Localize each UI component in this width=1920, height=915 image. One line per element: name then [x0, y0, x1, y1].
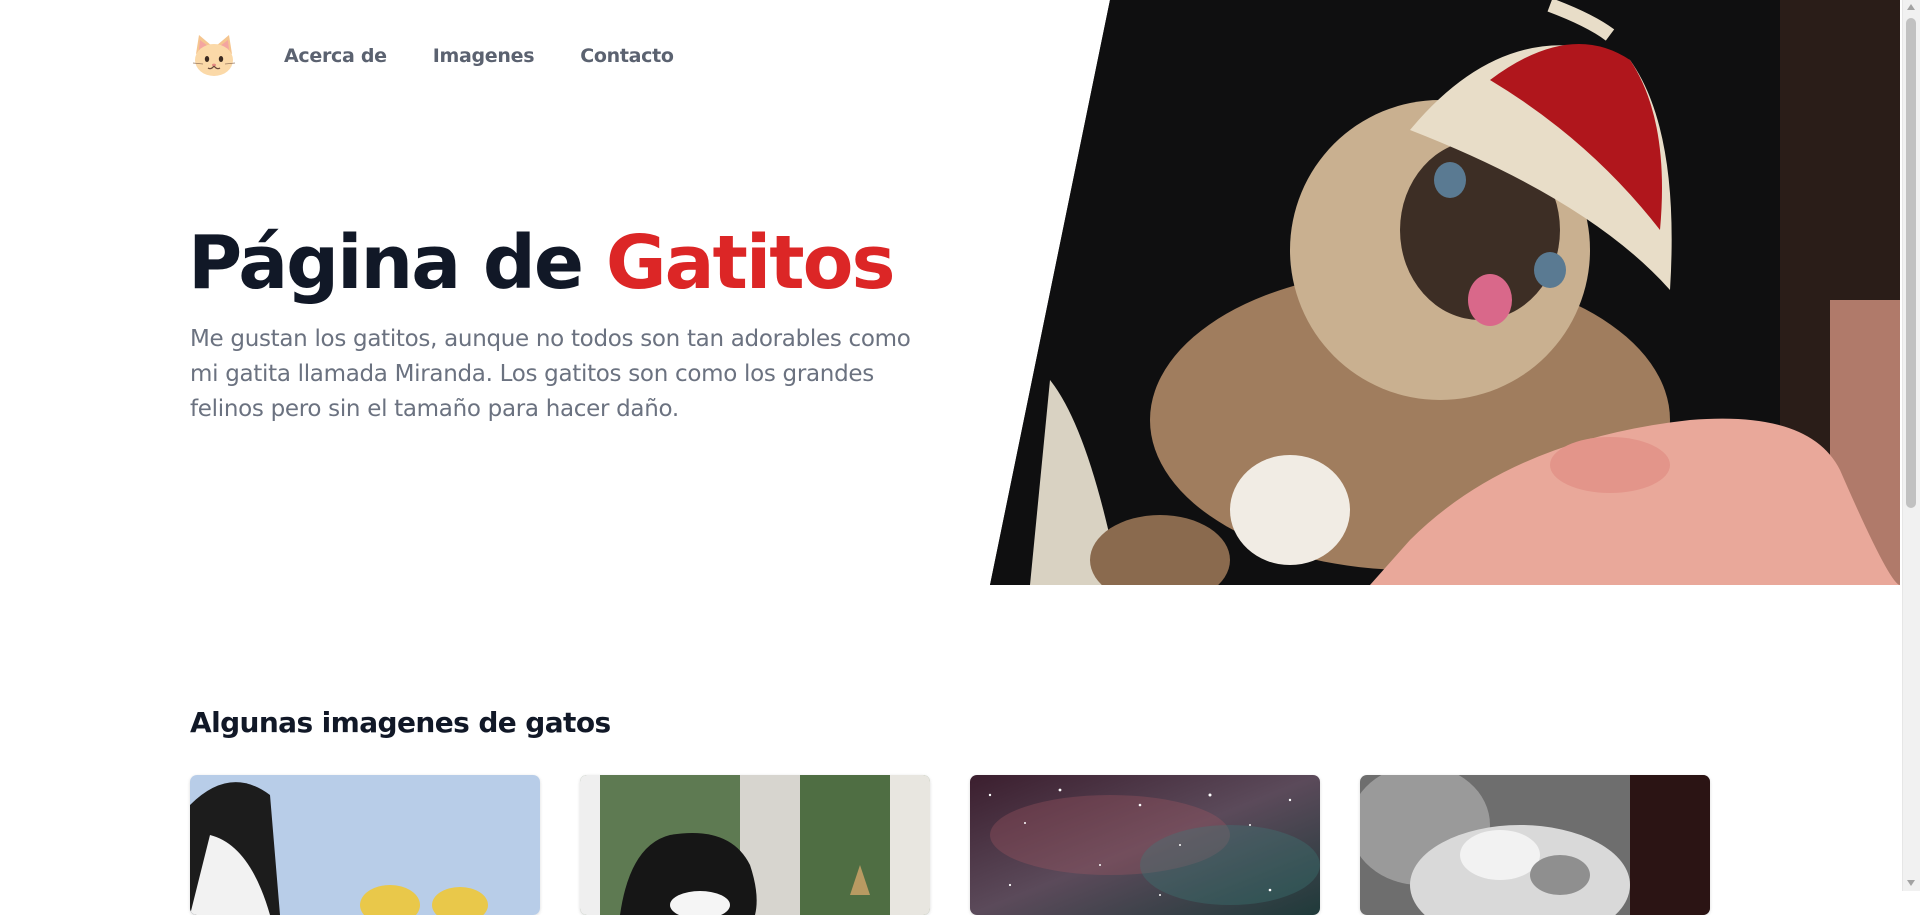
scroll-thumb[interactable]: [1906, 18, 1916, 508]
title-accent: Gatitos: [605, 220, 896, 306]
nav-link-acerca-de[interactable]: Acerca de: [284, 45, 387, 67]
nav-links: Acerca de Imagenes Contacto: [284, 45, 674, 67]
scroll-up-arrow-icon[interactable]: [1907, 4, 1915, 10]
page-title: Página de Gatitos: [188, 218, 896, 308]
cat-gallery: [190, 775, 1710, 915]
title-prefix: Página de: [188, 220, 584, 306]
nav-link-contacto[interactable]: Contacto: [580, 45, 674, 67]
gallery-card-3[interactable]: [970, 775, 1320, 915]
gallery-card-2[interactable]: [580, 775, 930, 915]
gallery-card-4[interactable]: [1360, 775, 1710, 915]
gallery-card-1[interactable]: [190, 775, 540, 915]
hero-kitten-image: [990, 0, 1900, 585]
cat-face-icon[interactable]: [190, 32, 238, 80]
top-navigation: Acerca de Imagenes Contacto: [190, 30, 674, 82]
scroll-down-arrow-icon[interactable]: [1907, 880, 1915, 886]
nav-link-imagenes[interactable]: Imagenes: [433, 45, 535, 67]
page-scrollbar[interactable]: [1902, 0, 1920, 891]
hero-description: Me gustan los gatitos, aunque no todos s…: [190, 326, 911, 422]
gallery-title: Algunas imagenes de gatos: [190, 706, 611, 739]
